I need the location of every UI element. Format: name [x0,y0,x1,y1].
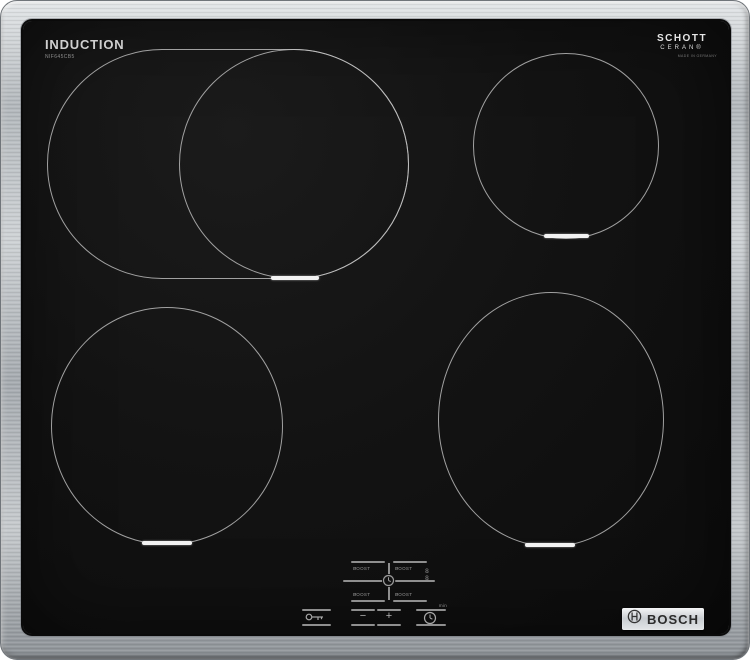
zone-select-line-front-right[interactable] [393,600,427,602]
boost-star-icon: * [355,566,357,571]
zone-front-left [51,307,283,545]
boost-star-icon: * [355,592,357,597]
minus-underline [351,624,375,626]
power-increase-button[interactable]: + [377,611,401,622]
zone-select-line-front-left[interactable] [351,600,385,602]
boost-star-icon: * [397,592,399,597]
plus-underline [377,624,401,626]
bosch-logo-text: BOSCH [647,612,699,627]
schott-ceran-subtext: MADE IN GERMANY [647,54,717,58]
zone-rear-left-circle [179,49,409,279]
model-number: NIF645CB5 [45,54,75,60]
zone-rear-right [473,53,659,239]
stainless-steel-frame: INDUCTION NIF645CB5 SCHOTT CERAN® MADE I… [0,0,750,660]
cross-horizontal-line-left [343,580,383,582]
timer-center-clock-icon[interactable] [382,574,395,587]
schott-ceran-logo: SCHOTT CERAN® MADE IN GERMANY [647,33,717,58]
lock-key-underline [302,624,331,626]
pan-mark-front-left [142,541,192,545]
timer-min-label: min [427,603,447,608]
power-decrease-button[interactable]: − [351,611,375,622]
ceramic-glass-surface: INDUCTION NIF645CB5 SCHOTT CERAN® MADE I… [23,21,729,634]
boost-star-icon: * [397,566,399,571]
timer-display: 88 [425,568,431,581]
surface-label: INDUCTION [45,37,124,52]
zone-select-line-rear-right[interactable] [393,561,427,563]
bosch-armature-icon [627,609,642,629]
zone-front-right [438,292,664,547]
zone-select-line-rear-left[interactable] [351,561,385,563]
bosch-badge: BOSCH [622,608,704,630]
pan-mark-rear-left [271,276,319,280]
pan-mark-front-right [525,543,575,547]
schott-ceran-line2: CERAN® [647,45,717,51]
lock-key-overline [302,609,331,611]
schott-ceran-line1: SCHOTT [647,33,717,44]
pan-mark-rear-right [544,234,589,238]
